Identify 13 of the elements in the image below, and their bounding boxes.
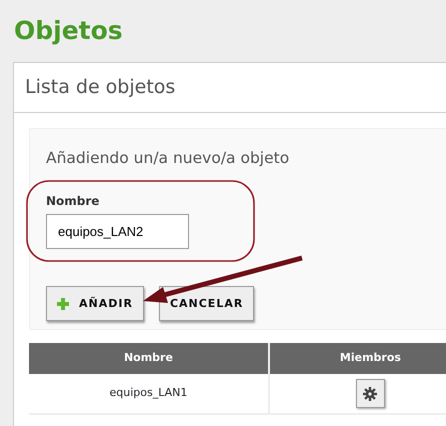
table-cell: equipos_LAN1 xyxy=(29,374,269,414)
form-title: Añadiendo un/a nuevo/a objeto xyxy=(46,148,290,169)
column-header: Miembros xyxy=(268,343,446,374)
panel-title: Lista de objetos xyxy=(25,76,176,98)
plus-icon xyxy=(57,298,69,310)
field-label: Nombre xyxy=(46,193,100,210)
add-button[interactable]: AÑADIR xyxy=(46,286,144,322)
gear-icon xyxy=(363,386,378,400)
page-title: Objetos xyxy=(14,16,123,46)
settings-button[interactable] xyxy=(356,379,385,408)
cancel-button[interactable]: CANCELAR xyxy=(158,286,254,322)
column-header: Nombre xyxy=(29,343,269,374)
name-field[interactable]: equipos_LAN2 xyxy=(46,214,189,250)
